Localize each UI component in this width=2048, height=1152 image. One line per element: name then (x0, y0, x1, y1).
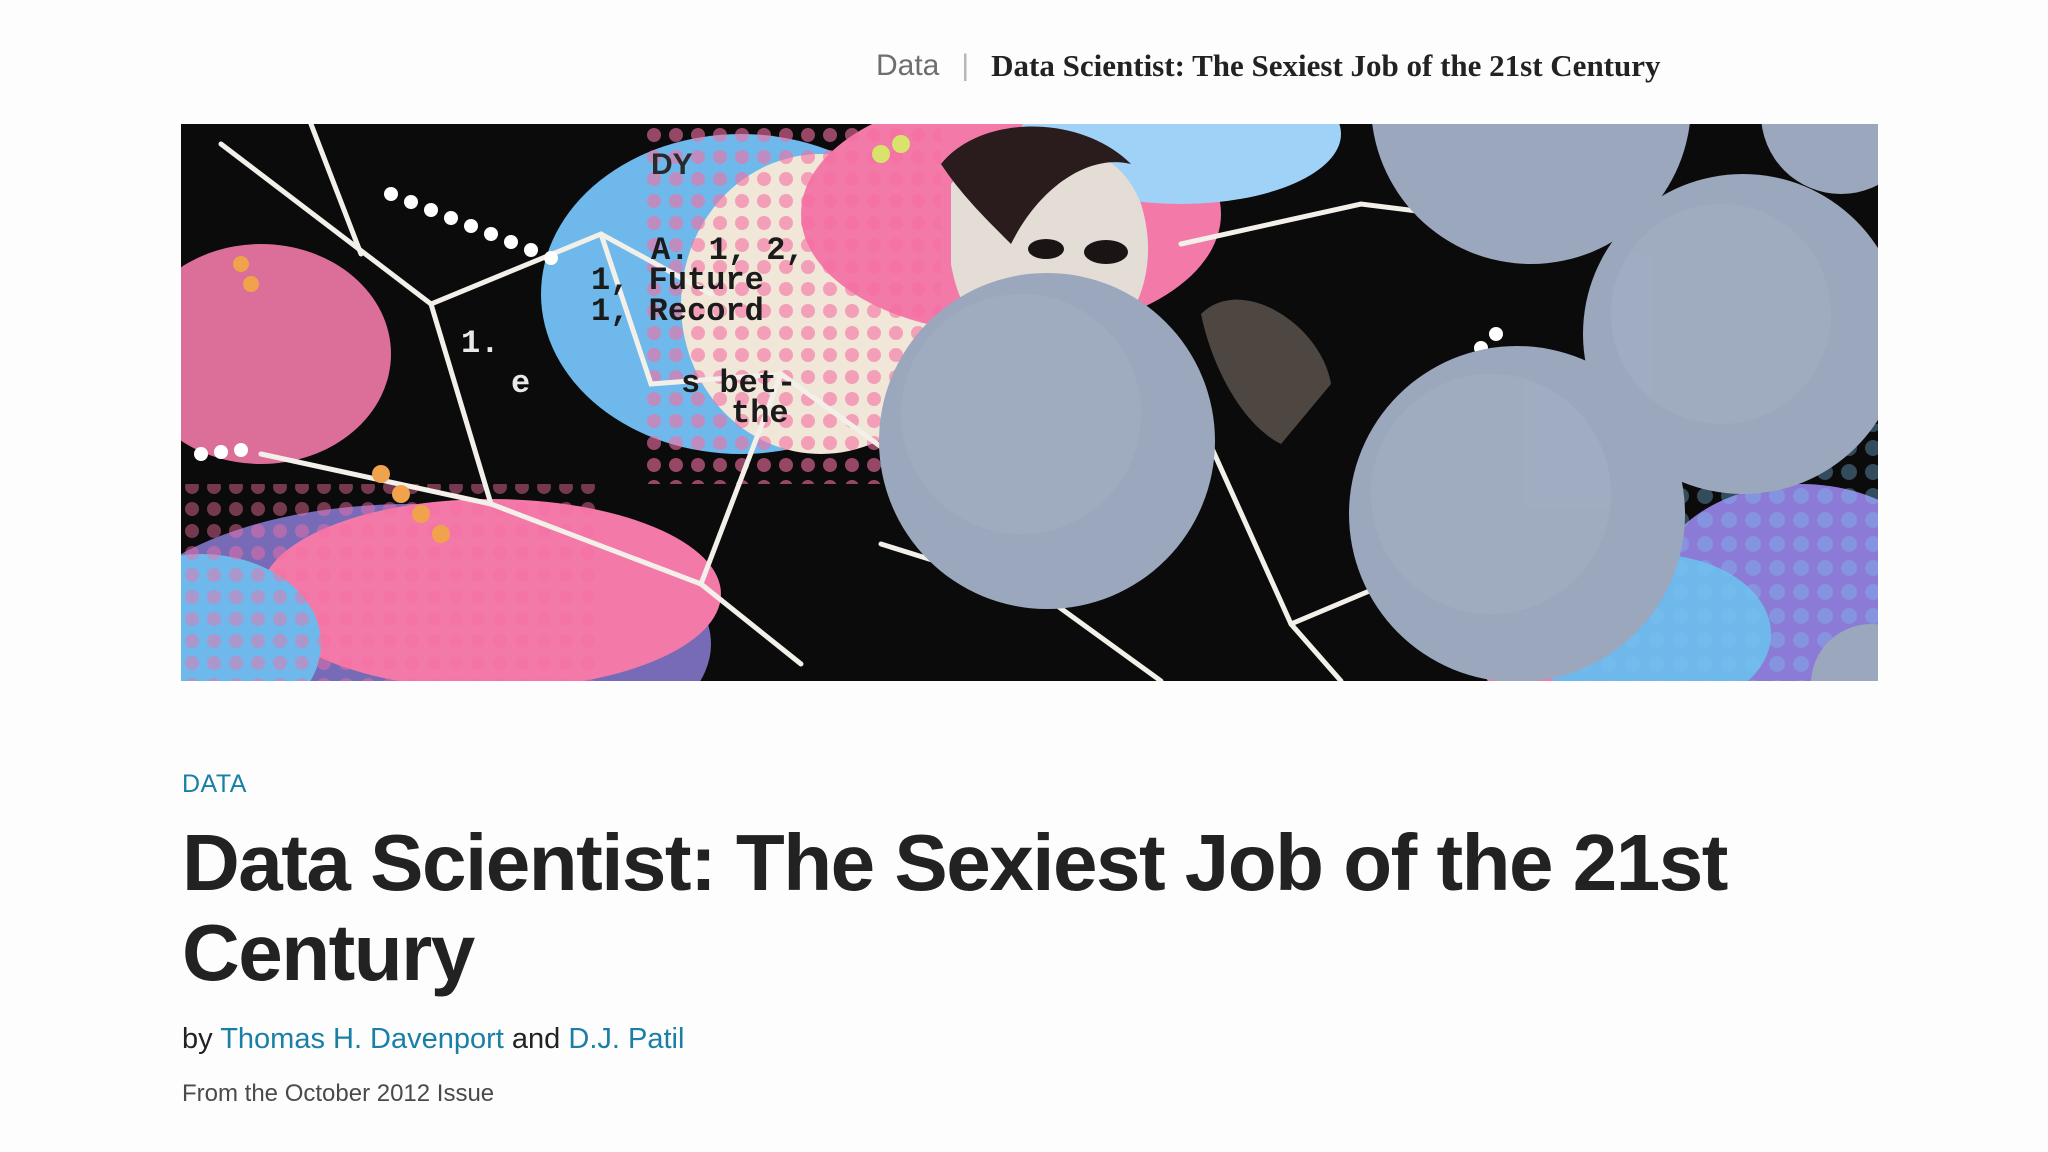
byline-and: and (511, 1023, 561, 1055)
breadcrumb: Data | Data Scientist: The Sexiest Job o… (876, 48, 1661, 84)
hero-collage-illustration: DY A. 1, 2, 1, Future 1, Record s bet- t… (181, 124, 1878, 681)
breadcrumb-article-title: Data Scientist: The Sexiest Job of the 2… (991, 48, 1661, 83)
article-headline: Data Scientist: The Sexiest Job of the 2… (182, 818, 1728, 997)
article-topic-link[interactable]: DATA (182, 770, 247, 799)
breadcrumb-separator: | (961, 49, 970, 82)
issue-info: From the October 2012 Issue (182, 1080, 495, 1107)
collage-text-left1: 1. (461, 325, 499, 362)
author-link-davenport[interactable]: Thomas H. Davenport (220, 1023, 504, 1055)
collage-text-line3: 1, Record (591, 293, 764, 330)
article-page: Data | Data Scientist: The Sexiest Job o… (0, 0, 2048, 1152)
collage-text-left2: e (511, 365, 530, 402)
collage-text-top: DY (651, 148, 693, 181)
hero-image: DY A. 1, 2, 1, Future 1, Record s bet- t… (181, 124, 1878, 681)
byline-prefix: by (182, 1023, 213, 1055)
byline: by Thomas H. Davenport and D.J. Patil (182, 1023, 684, 1056)
breadcrumb-section-link[interactable]: Data (876, 49, 939, 83)
author-link-patil[interactable]: D.J. Patil (568, 1023, 684, 1055)
collage-text-line5: the (731, 395, 789, 432)
